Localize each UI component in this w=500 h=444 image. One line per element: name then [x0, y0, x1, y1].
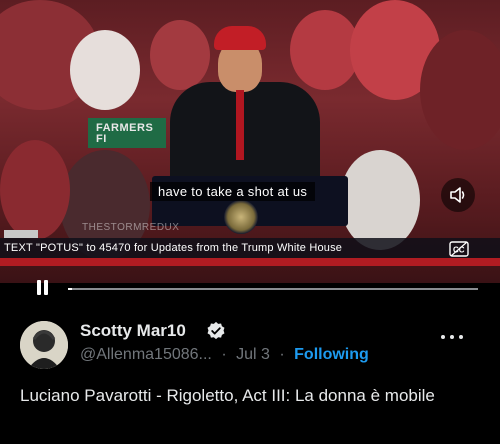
more-dot: [441, 335, 445, 339]
progress-bar[interactable]: [68, 288, 478, 290]
more-dot: [459, 335, 463, 339]
video-caption: have to take a shot at us: [150, 182, 316, 201]
usa-hat: [214, 26, 266, 50]
verified-badge-icon: [207, 321, 225, 340]
closed-captions-icon: CC: [449, 241, 469, 257]
user-handle[interactable]: @Allenma15086...: [80, 346, 212, 363]
video-watermark: THESTORMREDUX: [82, 222, 180, 233]
crowd-figure: [340, 150, 420, 250]
speaker-tie: [236, 90, 244, 160]
crowd-figure: [70, 30, 140, 110]
separator: ·: [279, 346, 285, 363]
more-dot: [450, 335, 454, 339]
separator: ·: [221, 346, 227, 363]
volume-icon: [450, 187, 465, 203]
tweet-text: Luciano Pavarotti - Rigoletto, Act III: …: [20, 386, 435, 405]
channel-logo: [4, 230, 38, 238]
display-name[interactable]: Scotty Mar10: [80, 321, 186, 341]
pause-button[interactable]: [34, 279, 52, 297]
crowd-figure: [150, 20, 210, 90]
presidential-seal-icon: [224, 200, 258, 234]
avatar[interactable]: [20, 321, 68, 369]
crowd-figure: [0, 140, 70, 240]
volume-button[interactable]: [441, 178, 475, 212]
handle-row: @Allenma15086... · Jul 3 · Following: [80, 346, 369, 364]
crowd-figure: [420, 30, 500, 150]
avatar-image: [20, 321, 68, 369]
pause-icon: [44, 280, 48, 295]
more-icon[interactable]: [441, 333, 463, 341]
post-date[interactable]: Jul 3: [236, 346, 270, 363]
farmers-sign: FARMERS FI: [88, 118, 166, 148]
closed-captions-button[interactable]: CC: [448, 240, 470, 258]
news-ticker: TEXT "POTUS" to 45470 for Updates from t…: [0, 238, 500, 258]
progress-fill: [68, 288, 73, 290]
video-player[interactable]: FARMERS FI have to take a shot at us THE…: [0, 0, 500, 283]
following-button[interactable]: Following: [294, 346, 369, 363]
ticker-bar: [0, 258, 500, 266]
pause-icon: [37, 280, 41, 295]
